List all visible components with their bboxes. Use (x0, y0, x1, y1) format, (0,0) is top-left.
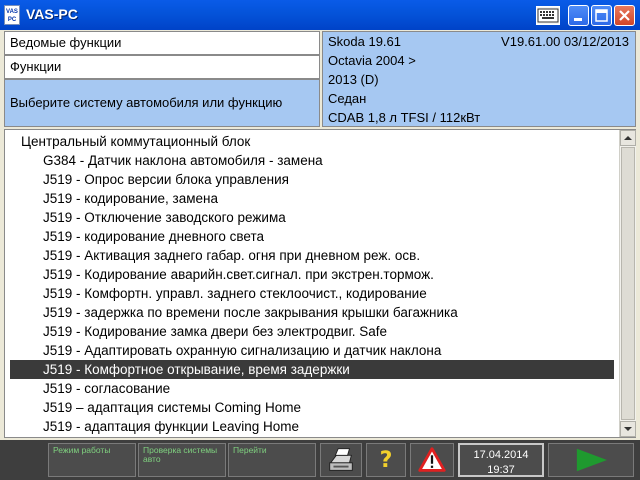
scroll-up-button[interactable] (620, 130, 636, 146)
maximize-icon (595, 9, 608, 22)
play-forward-icon (576, 448, 607, 472)
list-item[interactable]: J519 - Кодирование аварийн.свет.сигнал. … (43, 265, 434, 284)
vehicle-brand: Skoda 19.61 (328, 34, 402, 49)
operating-mode-button[interactable]: Режим работы (48, 443, 136, 477)
go-to-button[interactable]: Перейти (228, 443, 316, 477)
maximize-button[interactable] (591, 5, 612, 26)
list-item[interactable]: J519 - согласование (43, 379, 170, 398)
print-button[interactable] (320, 443, 362, 477)
navigation-header: Ведомые функции Функции Выберите систему… (4, 31, 320, 127)
go-to-label: Перейти (233, 445, 267, 455)
guided-functions-label: Ведомые функции (4, 31, 320, 55)
list-scrollbar[interactable] (619, 130, 636, 437)
help-button[interactable]: ? (366, 443, 406, 477)
scroll-down-button[interactable] (620, 421, 636, 437)
list-item[interactable]: J519 - кодирование дневного света (43, 227, 264, 246)
list-item[interactable]: J519 - Комфортн. управл. заднего стеклоо… (43, 284, 427, 303)
printer-icon (329, 448, 353, 471)
vehicle-system-test-label: Проверка системы авто (143, 445, 218, 464)
window-title: VAS-PC (26, 6, 78, 22)
list-item[interactable]: J519 - Активация заднего габар. огня при… (43, 246, 420, 265)
vas-pc-logo-icon: VAS PC (4, 5, 20, 25)
list-item[interactable]: J519 - задержка по времени после закрыва… (43, 303, 458, 322)
close-button[interactable] (614, 5, 635, 26)
list-item[interactable]: J519 - Опрос версии блока управления (43, 170, 289, 189)
vehicle-model: Octavia 2004 > (328, 53, 416, 68)
next-button[interactable] (548, 443, 634, 477)
vehicle-info-panel: Skoda 19.61 V19.61.00 03/12/2013 Octavia… (322, 31, 636, 127)
title-bar: VAS PC VAS-PC (0, 0, 640, 30)
arrow-down-icon (624, 427, 632, 431)
list-item[interactable]: J519 - Адаптировать охранную сигнализаци… (43, 341, 441, 360)
warning-icon (418, 447, 446, 472)
warning-button[interactable] (410, 443, 454, 477)
current-time: 19:37 (487, 464, 515, 476)
help-icon: ? (379, 448, 393, 473)
list-item[interactable]: J519 - Отключение заводского режима (43, 208, 286, 227)
minimize-button[interactable] (568, 5, 589, 26)
instruction-label: Выберите систему автомобиля или функцию (4, 79, 320, 127)
list-item[interactable]: J519 - кодирование, замена (43, 189, 218, 208)
close-icon (619, 10, 630, 21)
keyboard-icon (537, 8, 559, 23)
list-item[interactable]: J519 - адаптация функции Leaving Home (43, 417, 299, 436)
scroll-thumb[interactable] (621, 147, 635, 420)
list-item[interactable]: G384 - Датчик наклона автомобиля - замен… (43, 151, 323, 170)
software-version: V19.61.00 03/12/2013 (501, 34, 629, 49)
arrow-up-icon (624, 136, 632, 140)
vehicle-year: 2013 (D) (328, 72, 379, 87)
bottom-toolbar: Режим работы Проверка системы авто Перей… (0, 440, 640, 480)
vehicle-engine: CDAB 1,8 л TFSI / 112кВт (328, 110, 481, 125)
operating-mode-label: Режим работы (53, 445, 111, 455)
functions-label: Функции (4, 55, 320, 79)
list-item[interactable]: J519 - Кодирование замка двери без элект… (43, 322, 387, 341)
date-time-display: 17.04.2014 19:37 (458, 443, 544, 477)
list-item[interactable]: Центральный коммутационный блок (21, 132, 250, 151)
list-item-selected[interactable]: J519 - Комфортное открывание, время заде… (10, 360, 614, 379)
minimize-icon (574, 18, 582, 21)
vehicle-system-test-button[interactable]: Проверка системы авто (138, 443, 226, 477)
vehicle-body: Седан (328, 91, 367, 106)
current-date: 17.04.2014 (473, 449, 529, 461)
list-item[interactable]: J519 – адаптация системы Coming Home (43, 398, 301, 417)
function-list: Центральный коммутационный блок G384 - Д… (4, 129, 636, 438)
keyboard-button[interactable] (536, 6, 560, 25)
